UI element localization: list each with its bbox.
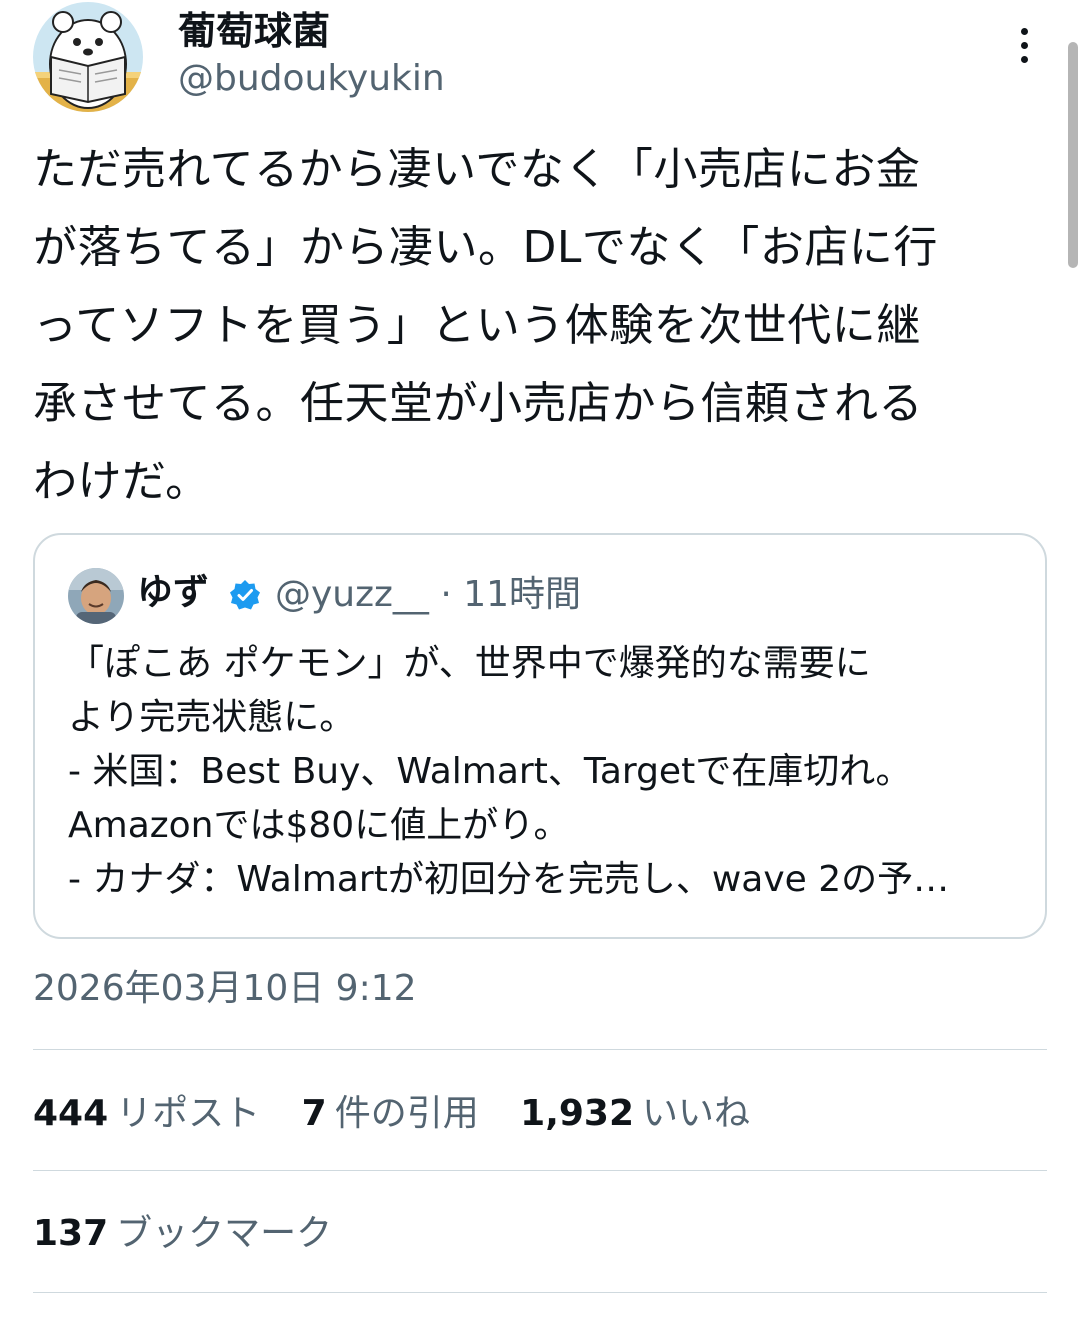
tweet-text-line: ただ売れてるから凄いでなく「小売店にお金 bbox=[33, 144, 921, 195]
quotes-label: 件の引用 bbox=[334, 1093, 479, 1134]
more-options-button[interactable] bbox=[1004, 20, 1044, 70]
tweet-timestamp[interactable]: 2026年03月10日 9:12 bbox=[33, 964, 417, 1014]
quoted-text-line: - 米国：Best Buy、Walmart、Targetで在庫切れ。 bbox=[68, 751, 912, 792]
divider bbox=[33, 1049, 1047, 1050]
quotes-count: 7 bbox=[301, 1093, 327, 1134]
bookmarks-label: ブックマーク bbox=[116, 1213, 333, 1254]
tweet-text-line: ってソフトを買う」という体験を次世代に継 bbox=[33, 300, 921, 351]
quoted-tweet-card[interactable]: ゆず @yuzz__ · 11時間 「ぽこあ ポケモン」が、世界中で爆発的な需要… bbox=[33, 533, 1047, 939]
tweet-text-line: 承させてる。任天堂が小売店から信頼される bbox=[33, 378, 923, 429]
quoted-display-name: ゆず bbox=[137, 572, 210, 613]
quoted-text: 「ぽこあ ポケモン」が、世界中で爆発的な需要に より完売状態に。 - 米国：Be… bbox=[68, 637, 1018, 907]
likes-count: 1,932 bbox=[520, 1093, 635, 1134]
reposts-stat[interactable]: 444 リポスト bbox=[33, 1086, 260, 1142]
divider bbox=[33, 1292, 1047, 1293]
quoted-text-line: 「ぽこあ ポケモン」が、世界中で爆発的な需要に bbox=[68, 643, 871, 684]
tweet-text-line: が落ちてる」から凄い。DLでなく「お店に行 bbox=[33, 222, 938, 273]
quoted-text-line: より完売状態に。 bbox=[68, 697, 356, 738]
reposts-count: 444 bbox=[33, 1093, 109, 1134]
quoted-handle-time: @yuzz__ · 11時間 bbox=[275, 574, 582, 615]
author-avatar[interactable] bbox=[33, 2, 143, 112]
engagement-stats: 444 リポスト 7 件の引用 1,932 いいね bbox=[33, 1086, 780, 1142]
author-handle[interactable]: @budoukyukin bbox=[178, 56, 445, 102]
tweet-header: 葡萄球菌 @budoukyukin bbox=[0, 0, 1080, 268]
tweet-text: ただ売れてるから凄いでなく「小売店にお金 が落ちてる」から凄い。DLでなく「お店… bbox=[33, 131, 1048, 521]
reposts-label: リポスト bbox=[116, 1093, 261, 1134]
quoted-text-line: - カナダ：Walmartが初回分を完売し、wave 2の予… bbox=[68, 859, 950, 900]
bookmarks-count: 137 bbox=[33, 1213, 109, 1254]
scrollbar[interactable] bbox=[1068, 42, 1078, 268]
likes-stat[interactable]: 1,932 いいね bbox=[520, 1086, 750, 1142]
bookmarks-stat[interactable]: 137 ブックマーク bbox=[33, 1206, 332, 1262]
verified-badge-icon bbox=[228, 578, 262, 612]
likes-label: いいね bbox=[642, 1093, 751, 1134]
divider bbox=[33, 1170, 1047, 1171]
tweet-text-line: わけだ。 bbox=[33, 456, 210, 507]
quoted-text-line: Amazonでは$80に値上がり。 bbox=[68, 805, 570, 846]
quotes-stat[interactable]: 7 件の引用 bbox=[302, 1086, 479, 1142]
vertical-ellipsis-icon bbox=[1021, 28, 1028, 35]
author-display-name[interactable]: 葡萄球菌 bbox=[178, 8, 330, 54]
quoted-author-avatar bbox=[68, 568, 124, 624]
